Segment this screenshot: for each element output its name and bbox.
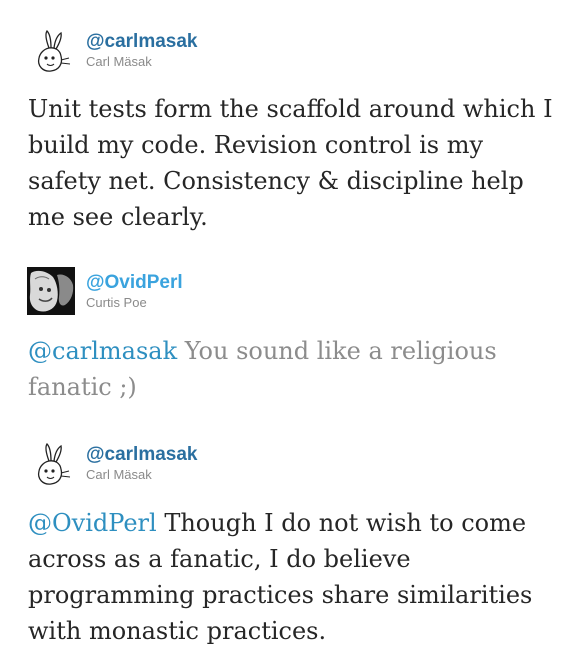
mention-link[interactable]: @carlmasak (28, 337, 177, 365)
user-display-name: Curtis Poe (86, 295, 147, 310)
rabbit-sketch-icon[interactable] (27, 28, 75, 76)
tweet-text: @OvidPerl Though I do not wish to come a… (28, 505, 558, 649)
user-handle[interactable]: @OvidPerl (86, 272, 183, 294)
mention-link[interactable]: @OvidPerl (28, 509, 157, 537)
user-display-name: Carl Mäsak (86, 467, 152, 482)
tweet-text: Unit tests form the scaffold around whic… (28, 91, 558, 235)
user-handle[interactable]: @carlmasak (86, 31, 198, 53)
photo-avatar[interactable] (27, 267, 75, 315)
user-display-name: Carl Mäsak (86, 54, 152, 69)
rabbit-sketch-icon[interactable] (27, 441, 75, 489)
tweet-text: @carlmasak You sound like a religious fa… (28, 333, 558, 405)
tweet-body: Unit tests form the scaffold around whic… (28, 95, 553, 231)
user-handle[interactable]: @carlmasak (86, 444, 198, 466)
